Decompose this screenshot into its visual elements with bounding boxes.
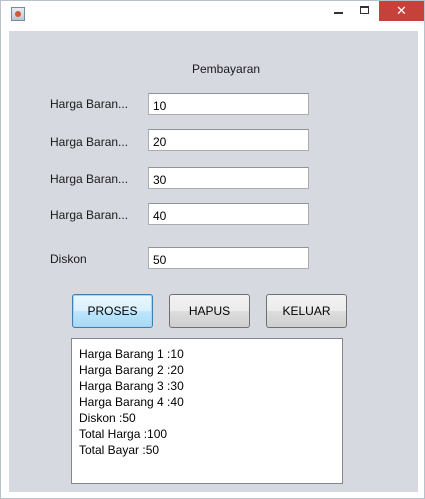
maximize-icon [360,6,369,14]
minimize-icon [334,12,343,14]
result-line: Total Bayar :50 [79,443,160,457]
diskon-field[interactable] [148,247,309,269]
maximize-button[interactable] [352,1,379,21]
result-line: Harga Barang 2 :20 [79,363,184,377]
app-window: ✕ Pembayaran Harga Baran... Harga Baran.… [0,0,425,499]
harga-barang-2-field[interactable] [148,129,309,151]
minimize-button[interactable] [325,1,352,21]
harga-barang-4-label: Harga Baran... [50,208,129,222]
harga-barang-2-label: Harga Baran... [50,135,129,149]
form-panel: Pembayaran Harga Baran... Harga Baran...… [9,31,418,492]
proses-button[interactable]: PROSES [72,294,153,328]
keluar-button[interactable]: KELUAR [266,294,347,328]
hapus-button[interactable]: HAPUS [169,294,250,328]
result-line: Total Harga :100 [79,427,168,441]
java-app-icon[interactable] [11,7,25,21]
harga-barang-1-label: Harga Baran... [50,97,129,111]
diskon-label: Diskon [50,252,87,266]
harga-barang-4-field[interactable] [148,203,309,225]
close-icon: ✕ [396,3,407,18]
title-bar[interactable]: ✕ [1,1,424,29]
harga-barang-3-label: Harga Baran... [50,172,129,186]
harga-barang-3-field[interactable] [148,167,309,189]
harga-barang-1-field[interactable] [148,93,309,115]
result-text-area[interactable]: Harga Barang 1 :10 Harga Barang 2 :20 Ha… [71,338,343,484]
result-line: Harga Barang 4 :40 [79,395,184,409]
page-title: Pembayaran [192,62,261,76]
result-line: Harga Barang 1 :10 [79,347,184,361]
close-button[interactable]: ✕ [379,1,424,21]
result-line: Harga Barang 3 :30 [79,379,184,393]
result-line: Diskon :50 [79,411,136,425]
